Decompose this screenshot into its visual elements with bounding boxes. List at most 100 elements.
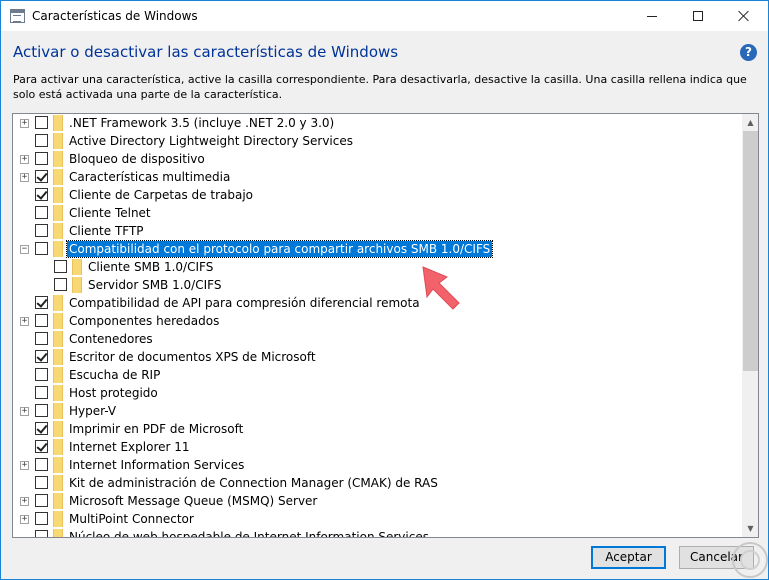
feature-row[interactable]: + Características multimedia (13, 168, 742, 186)
feature-checkbox[interactable] (35, 116, 48, 129)
feature-row[interactable]: Servidor SMB 1.0/CIFS (13, 276, 742, 294)
feature-row[interactable]: + Bloqueo de dispositivo (13, 150, 742, 168)
feature-checkbox[interactable] (35, 422, 48, 435)
feature-checkbox[interactable] (35, 512, 48, 525)
feature-checkbox[interactable] (35, 170, 48, 183)
feature-checkbox[interactable] (35, 440, 48, 453)
feature-label[interactable]: Servidor SMB 1.0/CIFS (86, 277, 223, 293)
feature-label[interactable]: Cliente de Carpetas de trabajo (67, 187, 255, 203)
feature-row[interactable]: − Compatibilidad con el protocolo para co… (13, 240, 742, 258)
feature-row[interactable]: Active Directory Lightweight Directory S… (13, 132, 742, 150)
feature-label[interactable]: Kit de administración de Connection Mana… (67, 475, 440, 491)
feature-row[interactable]: Núcleo de web hospedable de Internet Inf… (13, 528, 742, 537)
title-bar[interactable]: Características de Windows (1, 1, 768, 31)
feature-label[interactable]: Compatibilidad de API para compresión di… (67, 295, 422, 311)
vertical-scrollbar[interactable]: ▲ ▼ (742, 114, 758, 537)
feature-row[interactable]: Imprimir en PDF de Microsoft (13, 420, 742, 438)
feature-label[interactable]: Núcleo de web hospedable de Internet Inf… (67, 529, 431, 537)
folder-icon (53, 313, 63, 329)
feature-row[interactable]: + Internet Information Services (13, 456, 742, 474)
feature-checkbox[interactable] (35, 224, 48, 237)
feature-label[interactable]: Escucha de RIP (67, 367, 162, 383)
feature-label[interactable]: Internet Information Services (67, 457, 246, 473)
expand-icon[interactable]: + (20, 497, 29, 506)
feature-checkbox[interactable] (35, 296, 48, 309)
instructions-text: Para activar una característica, active … (13, 73, 747, 101)
feature-checkbox[interactable] (35, 242, 48, 255)
feature-checkbox[interactable] (35, 134, 48, 147)
expand-icon[interactable]: + (20, 155, 29, 164)
scroll-up-button[interactable]: ▲ (742, 114, 758, 131)
feature-row[interactable]: Compatibilidad de API para compresión di… (13, 294, 742, 312)
feature-checkbox[interactable] (54, 260, 67, 273)
feature-row[interactable]: + Hyper-V (13, 402, 742, 420)
close-button[interactable] (721, 1, 767, 31)
feature-row[interactable]: Cliente de Carpetas de trabajo (13, 186, 742, 204)
feature-checkbox[interactable] (35, 386, 48, 399)
folder-icon (53, 205, 63, 221)
feature-label[interactable]: Internet Explorer 11 (67, 439, 192, 455)
feature-checkbox[interactable] (54, 278, 67, 291)
feature-row[interactable]: Escucha de RIP (13, 366, 742, 384)
folder-icon (53, 187, 63, 203)
feature-row[interactable]: + MultiPoint Connector (13, 510, 742, 528)
feature-row[interactable]: + Microsoft Message Queue (MSMQ) Server (13, 492, 742, 510)
feature-row[interactable]: Kit de administración de Connection Mana… (13, 474, 742, 492)
feature-row[interactable]: Cliente Telnet (13, 204, 742, 222)
feature-checkbox[interactable] (35, 404, 48, 417)
feature-label[interactable]: MultiPoint Connector (67, 511, 196, 527)
scroll-down-button[interactable]: ▼ (742, 520, 758, 537)
feature-label[interactable]: Contenedores (67, 331, 155, 347)
feature-label[interactable]: Hyper-V (67, 403, 118, 419)
feature-label[interactable]: Escritor de documentos XPS de Microsoft (67, 349, 318, 365)
feature-label[interactable]: Active Directory Lightweight Directory S… (67, 133, 355, 149)
feature-label[interactable]: .NET Framework 3.5 (incluye .NET 2.0 y 3… (67, 115, 336, 131)
feature-label[interactable]: Características multimedia (67, 169, 232, 185)
feature-checkbox[interactable] (35, 368, 48, 381)
expand-icon[interactable]: + (20, 407, 29, 416)
folder-icon (53, 349, 63, 365)
feature-label[interactable]: Bloqueo de dispositivo (67, 151, 207, 167)
folder-icon (72, 259, 82, 275)
feature-label[interactable]: Host protegido (67, 385, 160, 401)
collapse-icon[interactable]: − (20, 245, 29, 254)
feature-checkbox[interactable] (35, 188, 48, 201)
feature-row[interactable]: Escritor de documentos XPS de Microsoft (13, 348, 742, 366)
feature-label[interactable]: Compatibilidad con el protocolo para com… (65, 240, 494, 258)
features-tree[interactable]: + .NET Framework 3.5 (incluye .NET 2.0 y … (12, 113, 759, 538)
expand-icon[interactable]: + (20, 317, 29, 326)
feature-row[interactable]: + Componentes heredados (13, 312, 742, 330)
folder-icon (53, 439, 63, 455)
feature-row[interactable]: + .NET Framework 3.5 (incluye .NET 2.0 y … (13, 114, 742, 132)
feature-label[interactable]: Microsoft Message Queue (MSMQ) Server (67, 493, 319, 509)
feature-row[interactable]: Cliente SMB 1.0/CIFS (13, 258, 742, 276)
feature-row[interactable]: Contenedores (13, 330, 742, 348)
folder-icon (53, 475, 63, 491)
feature-checkbox[interactable] (35, 458, 48, 471)
feature-label[interactable]: Cliente TFTP (67, 223, 146, 239)
expand-icon[interactable]: + (20, 461, 29, 470)
expand-icon[interactable]: + (20, 119, 29, 128)
minimize-button[interactable] (629, 1, 675, 31)
feature-label[interactable]: Imprimir en PDF de Microsoft (67, 421, 245, 437)
feature-checkbox[interactable] (35, 332, 48, 345)
maximize-button[interactable] (675, 1, 721, 31)
feature-label[interactable]: Cliente Telnet (67, 205, 153, 221)
feature-row[interactable]: Host protegido (13, 384, 742, 402)
feature-checkbox[interactable] (35, 494, 48, 507)
feature-checkbox[interactable] (35, 152, 48, 165)
expand-icon[interactable]: + (20, 515, 29, 524)
feature-checkbox[interactable] (35, 350, 48, 363)
feature-row[interactable]: Cliente TFTP (13, 222, 742, 240)
feature-checkbox[interactable] (35, 206, 48, 219)
feature-checkbox[interactable] (35, 314, 48, 327)
feature-label[interactable]: Cliente SMB 1.0/CIFS (86, 259, 215, 275)
scrollbar-thumb[interactable] (743, 131, 758, 371)
feature-row[interactable]: Internet Explorer 11 (13, 438, 742, 456)
feature-checkbox[interactable] (35, 530, 48, 537)
expand-icon[interactable]: + (20, 173, 29, 182)
feature-checkbox[interactable] (35, 476, 48, 489)
help-icon[interactable]: ? (740, 44, 757, 61)
feature-label[interactable]: Componentes heredados (67, 313, 221, 329)
accept-button[interactable]: Aceptar (591, 546, 666, 569)
